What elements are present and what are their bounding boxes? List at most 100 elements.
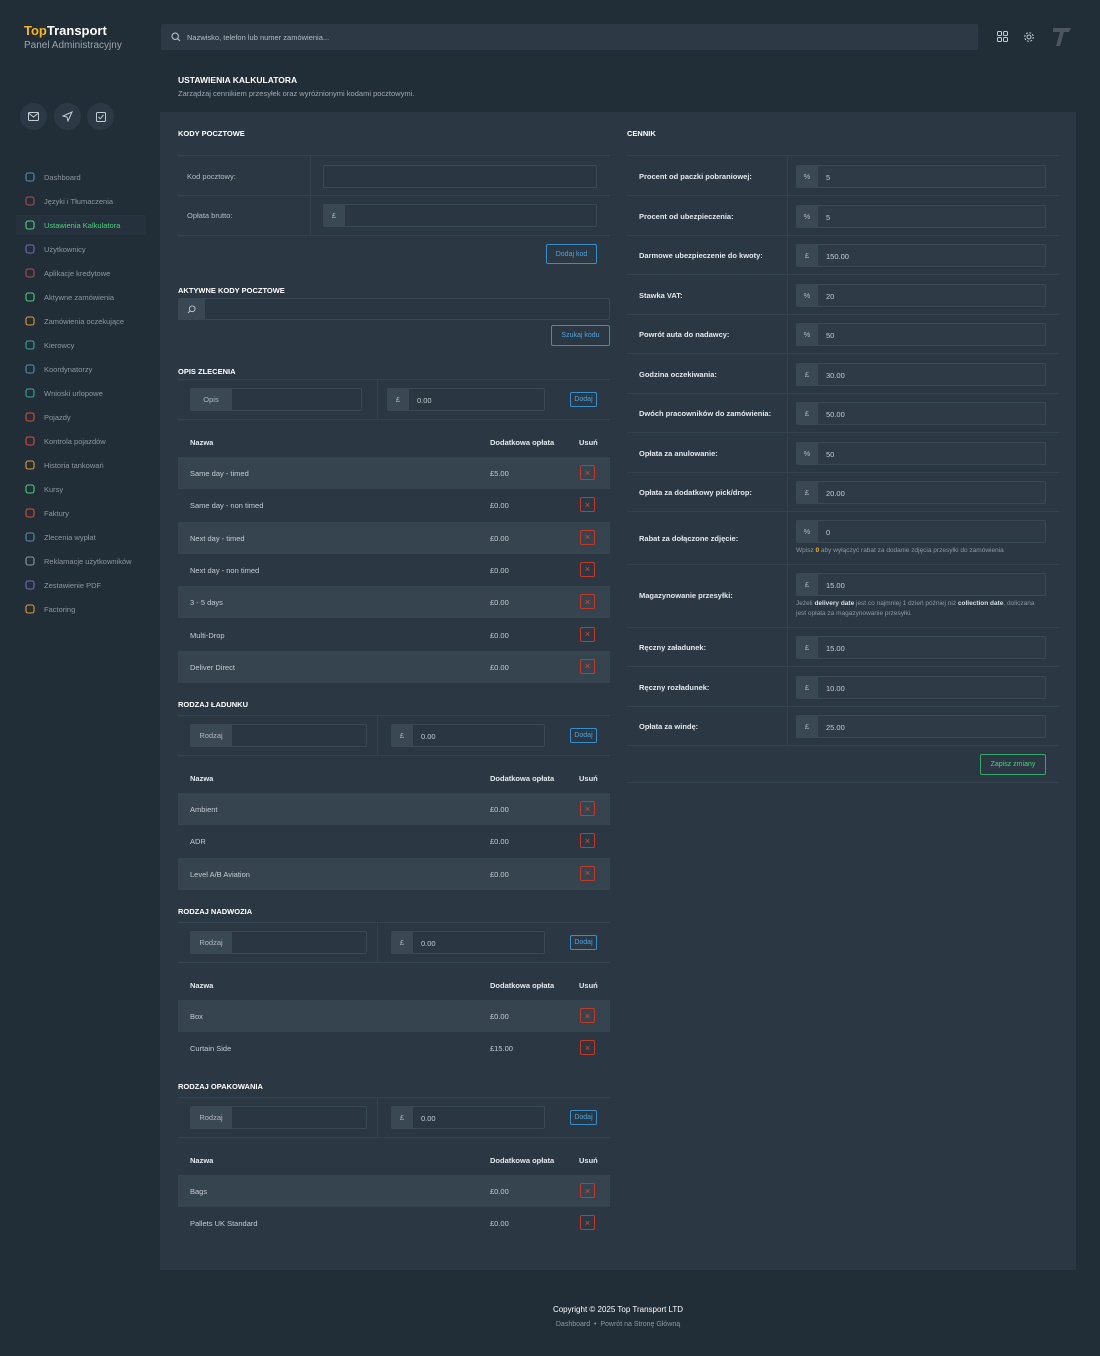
brand-logo[interactable]: TopTransport — [24, 23, 107, 38]
sidebar-item[interactable]: Factoring — [24, 599, 75, 619]
remove-row-button[interactable]: × — [580, 529, 595, 545]
table-row: Ambient £0.00 × — [178, 793, 610, 825]
tasks-button[interactable] — [87, 103, 114, 130]
settings-button[interactable] — [1023, 31, 1035, 45]
body-amount-input[interactable] — [391, 931, 545, 954]
sidebar-item-label: Wnioski urlopowe — [44, 388, 103, 398]
sidebar-item[interactable]: Dashboard — [24, 167, 81, 187]
divider — [627, 314, 1059, 315]
sidebar-item[interactable]: Zamówienia oczekujące — [24, 311, 124, 331]
send-button[interactable] — [54, 103, 81, 130]
footer-home-link[interactable]: Powrót na Stronę Główną — [600, 1321, 680, 1328]
remove-row-button[interactable]: × — [580, 1040, 595, 1056]
postal-code-search-input[interactable] — [178, 298, 610, 320]
sidebar-item[interactable]: Użytkownicy — [24, 239, 86, 259]
sidebar-item[interactable]: Aktywne zamówienia — [24, 287, 114, 307]
divider — [787, 155, 788, 745]
remove-row-button[interactable]: × — [580, 801, 595, 816]
search-postal-code-button[interactable]: Szukaj kodu — [551, 325, 610, 346]
calculator-icon — [24, 220, 35, 231]
row-name: 3 - 5 days — [190, 598, 223, 608]
gross-fee-input[interactable] — [323, 204, 597, 227]
sidebar-item[interactable]: Aplikacje kredytowe — [24, 263, 110, 283]
table-row: ADR £0.00 × — [178, 825, 610, 857]
sidebar-item-label: Użytkownicy — [44, 244, 86, 254]
sidebar-item-label: Zamówienia oczekujące — [44, 316, 125, 326]
factoring-icon — [24, 604, 35, 615]
remove-row-button[interactable]: × — [580, 1008, 595, 1023]
add-order_desc-button[interactable]: Dodaj — [570, 392, 597, 407]
order_desc-amount-input[interactable] — [387, 388, 545, 411]
remove-row-button[interactable]: × — [580, 594, 595, 610]
row-price: £0.00 — [490, 533, 509, 543]
divider — [377, 379, 378, 419]
save-changes-button[interactable]: Zapisz zmiany — [980, 754, 1046, 775]
remove-row-button[interactable]: × — [580, 497, 595, 513]
pricing-field-input[interactable] — [796, 205, 1046, 228]
order_desc-amount-value: 0.00 — [417, 396, 432, 405]
pricing-field-input[interactable] — [796, 520, 1046, 543]
pricing-field-label: Ręczny załadunek: — [639, 643, 707, 652]
remove-row-button[interactable]: × — [580, 1183, 595, 1198]
cargo-amount-input[interactable] — [391, 724, 545, 747]
brand-mark-icon — [1053, 28, 1071, 46]
remove-row-button[interactable]: × — [580, 865, 595, 881]
body-title: RODZAJ NADWOZIA — [178, 907, 253, 916]
sidebar-item-label: Ustawienia Kalkulatora — [44, 220, 121, 230]
sidebar-item[interactable]: Faktury — [24, 503, 69, 523]
remove-row-button[interactable]: × — [580, 833, 595, 849]
pricing-field-value: 25.00 — [826, 723, 845, 732]
sidebar-item[interactable]: Zestawienie PDF — [24, 575, 101, 595]
pricing-field-value: 0 — [826, 528, 831, 537]
add-body-button[interactable]: Dodaj — [570, 935, 597, 950]
global-search[interactable] — [161, 24, 978, 50]
divider — [627, 745, 1059, 746]
divider — [178, 379, 610, 380]
divider — [178, 419, 610, 420]
pricing-unit-addon: £ — [796, 244, 818, 267]
search-input[interactable] — [187, 32, 887, 42]
user-avatar[interactable] — [1050, 24, 1074, 50]
pricing-unit-addon: % — [796, 520, 818, 543]
sidebar-item[interactable]: Kursy — [24, 479, 63, 499]
remove-row-button[interactable]: × — [580, 465, 595, 480]
sidebar-item-label: Reklamacje użytkowników — [44, 556, 132, 566]
sidebar-item-label: Factoring — [44, 604, 76, 614]
pricing-field-label: Godzina oczekiwania: — [639, 370, 717, 379]
sidebar-item[interactable]: Reklamacje użytkowników — [24, 551, 132, 571]
remove-row-button[interactable]: × — [580, 626, 595, 642]
add-packaging-button[interactable]: Dodaj — [570, 1110, 597, 1125]
pricing-field-label: Opłata za dodatkowy pick/drop: — [639, 488, 752, 497]
add-postal-code-button[interactable]: Dodaj kod — [546, 244, 597, 264]
mail-icon — [28, 112, 39, 121]
postal-code-input[interactable] — [323, 165, 597, 188]
sidebar-item[interactable]: Języki i Tłumaczenia — [24, 191, 113, 211]
sidebar-item[interactable]: Kontrola pojazdów — [24, 431, 106, 451]
warning-icon — [24, 556, 35, 567]
table-row: Curtain Side £15.00 × — [178, 1032, 610, 1064]
mail-button[interactable] — [20, 103, 47, 130]
remove-row-button[interactable]: × — [580, 1215, 595, 1231]
divider — [178, 922, 610, 923]
sidebar-item[interactable]: Zlecenia wypłat — [24, 527, 96, 547]
packaging-amount-input[interactable] — [391, 1106, 545, 1129]
sidebar-item[interactable]: Koordynatorzy — [24, 359, 92, 379]
sidebar-item-label: Dashboard — [44, 172, 81, 182]
sidebar-item-label: Kursy — [44, 484, 64, 494]
sidebar-item[interactable]: Historia tankowań — [24, 455, 104, 475]
footer-dashboard-link[interactable]: Dashboard — [556, 1321, 590, 1328]
sidebar-item[interactable]: Pojazdy — [24, 407, 71, 427]
remove-row-button[interactable]: × — [580, 561, 595, 577]
row-price: £0.00 — [490, 837, 509, 847]
pricing-field-input[interactable] — [796, 165, 1046, 188]
row-name: Pallets UK Standard — [190, 1219, 258, 1229]
sidebar-item[interactable]: Kierowcy — [24, 335, 74, 355]
sidebar-item[interactable]: Wnioski urlopowe — [24, 383, 103, 403]
currency-addon: £ — [323, 204, 345, 227]
apps-grid-button[interactable] — [997, 31, 1008, 44]
flag-icon — [24, 484, 35, 495]
add-cargo-button[interactable]: Dodaj — [570, 728, 597, 743]
remove-row-button[interactable]: × — [580, 658, 595, 674]
sidebar-item[interactable]: Ustawienia Kalkulatora — [24, 215, 120, 235]
send-icon — [62, 111, 73, 122]
